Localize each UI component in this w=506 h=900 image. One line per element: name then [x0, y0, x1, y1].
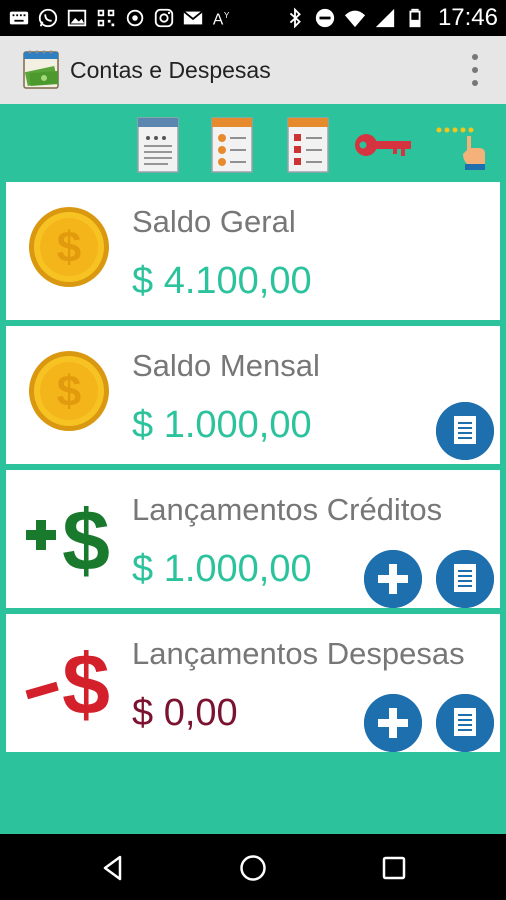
gold-coin-icon: $ — [29, 351, 109, 431]
add-expense-button[interactable] — [364, 694, 422, 752]
status-clock: 17:46 — [437, 4, 498, 31]
do-not-disturb-icon — [314, 7, 336, 29]
notification-icons: AY — [8, 7, 233, 29]
vpn-icon — [124, 7, 146, 29]
card-value: $ 1.000,00 — [132, 404, 312, 446]
svg-text:$: $ — [57, 223, 81, 272]
card-value: $ 0,00 — [132, 692, 238, 734]
system-icons: 17:46 — [284, 4, 498, 32]
svg-text:$: $ — [62, 493, 110, 580]
minus-dollar-icon: $ — [25, 637, 110, 724]
wifi-icon — [344, 7, 366, 29]
gold-coin-icon: $ — [29, 207, 109, 287]
svg-text:$: $ — [57, 367, 81, 416]
card-label: Saldo Mensal — [132, 348, 320, 383]
plus-dollar-icon: $ — [26, 493, 110, 580]
instagram-icon — [153, 7, 175, 29]
whatsapp-icon — [37, 7, 59, 29]
status-bar: AY 17:46 — [0, 0, 506, 36]
gmail-icon — [182, 7, 204, 29]
back-icon[interactable] — [94, 848, 134, 888]
document-icon — [436, 694, 494, 752]
svg-text:A: A — [213, 11, 224, 28]
image-icon — [66, 7, 88, 29]
card-label: Lançamentos Despesas — [132, 636, 465, 671]
signal-icon — [374, 7, 396, 29]
report-button[interactable] — [436, 402, 494, 460]
card-label: Lançamentos Créditos — [132, 492, 443, 527]
home-icon[interactable] — [233, 848, 273, 888]
plus-icon — [364, 694, 422, 752]
expense-report-button[interactable] — [436, 694, 494, 752]
card-saldo-geral[interactable]: $ Saldo Geral $ 4.100,00 — [6, 182, 500, 320]
card-lancamentos-despesas[interactable]: $ Lançamentos Despesas $ 0,00 — [6, 614, 500, 752]
navigation-bar — [0, 834, 506, 900]
report-icon[interactable] — [130, 114, 186, 176]
document-icon — [436, 402, 494, 460]
credit-report-icon[interactable] — [204, 114, 260, 176]
card-label: Saldo Geral — [132, 204, 296, 239]
svg-text:Y: Y — [224, 11, 230, 20]
plus-icon — [364, 550, 422, 608]
recents-icon[interactable] — [374, 848, 414, 888]
font-icon: AY — [211, 7, 233, 29]
money-notebook-icon — [23, 50, 59, 89]
battery-icon — [404, 7, 426, 29]
app-title: Contas e Despesas — [70, 56, 271, 83]
svg-text:$: $ — [62, 637, 110, 724]
rate-stars-icon[interactable] — [432, 114, 492, 176]
qr-code-icon — [95, 7, 117, 29]
key-icon[interactable] — [352, 114, 416, 176]
keyboard-icon — [8, 7, 30, 29]
document-icon — [436, 550, 494, 608]
app-bar: Contas e Despesas — [0, 36, 506, 104]
overflow-menu-icon[interactable] — [470, 54, 480, 86]
card-lancamentos-creditos[interactable]: $ Lançamentos Créditos $ 1.000,00 — [6, 470, 500, 608]
toolbar — [0, 114, 506, 176]
card-value: $ 1.000,00 — [132, 548, 312, 590]
card-value: $ 4.100,00 — [132, 260, 312, 302]
main-content: $ Saldo Geral $ 4.100,00 $ Saldo Mensal … — [0, 104, 506, 834]
credit-report-button[interactable] — [436, 550, 494, 608]
add-credit-button[interactable] — [364, 550, 422, 608]
expense-report-icon[interactable] — [280, 114, 336, 176]
bluetooth-icon — [284, 7, 306, 29]
card-saldo-mensal[interactable]: $ Saldo Mensal $ 1.000,00 — [6, 326, 500, 464]
